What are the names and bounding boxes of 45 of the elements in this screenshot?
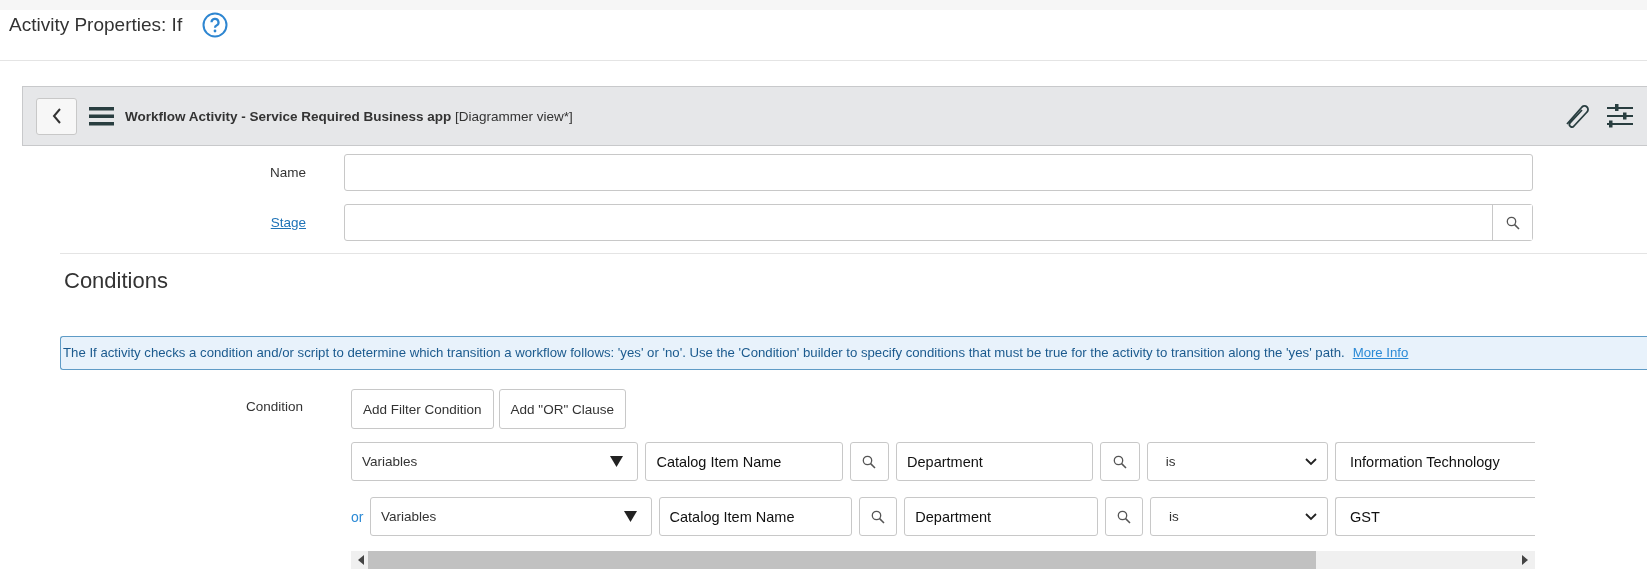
source-dropdown[interactable]: Variables (351, 442, 639, 481)
field-name-field[interactable]: Department (896, 442, 1094, 481)
variable-field[interactable]: Catalog Item Name (645, 442, 843, 481)
text-field[interactable] (344, 154, 1533, 191)
field-label: Name (270, 165, 306, 180)
page-title: Activity Properties: If (9, 14, 183, 36)
back-button[interactable] (36, 97, 77, 135)
search-button[interactable] (1492, 205, 1532, 240)
field-name-field[interactable]: Department (904, 497, 1098, 536)
scroll-right-icon[interactable] (1522, 555, 1528, 565)
search-icon (862, 454, 877, 469)
variable-field[interactable]: Catalog Item Name (658, 497, 852, 536)
chevron-down-icon (1305, 457, 1317, 466)
search-button[interactable] (858, 497, 898, 536)
dropdown-triangle-icon (610, 456, 624, 467)
search-button[interactable] (1100, 442, 1140, 481)
add-condition-button[interactable]: Add Filter Condition (351, 389, 494, 429)
search-icon (1113, 454, 1127, 469)
dropdown-triangle-icon (623, 511, 637, 522)
condition-label: Condition (245, 399, 303, 414)
chevron-down-icon (1305, 512, 1317, 521)
search-icon (1116, 509, 1131, 524)
value-field[interactable]: GST (1335, 497, 1535, 536)
operator-dropdown[interactable]: is (1150, 497, 1328, 536)
search-button[interactable] (849, 442, 890, 481)
field-label-link[interactable]: Stage (270, 215, 306, 230)
info-message: The If activity checks a condition and/or script to determine which transition a workflow follows: 'yes' or 'no'. Use the 'Condition' builder to specify conditions that must be true for the activity to transition along the 'yes' path. More Info (60, 336, 1647, 370)
add-condition-button[interactable]: Add "OR" Clause (498, 389, 626, 429)
scroll-left-icon[interactable] (358, 555, 364, 565)
search-button[interactable] (1104, 497, 1144, 536)
chevron-left-icon (51, 108, 62, 124)
search-icon (871, 509, 886, 524)
reference-field[interactable] (344, 204, 1533, 241)
menu-icon[interactable] (89, 106, 114, 126)
source-dropdown[interactable]: Variables (370, 497, 652, 536)
search-icon (1505, 215, 1520, 230)
value-field[interactable]: Information Technology (1335, 442, 1535, 481)
or-connector: or (351, 508, 363, 525)
section-heading: Conditions (64, 268, 168, 294)
record-title: Workflow Activity - Service Required Business app [Diagrammer view*] (125, 108, 573, 124)
help-icon[interactable] (202, 12, 229, 38)
operator-dropdown[interactable]: is (1146, 442, 1328, 481)
scrollbar-thumb[interactable] (368, 551, 1316, 569)
horizontal-scrollbar[interactable] (351, 551, 1535, 569)
sliders-icon[interactable] (1607, 103, 1633, 129)
